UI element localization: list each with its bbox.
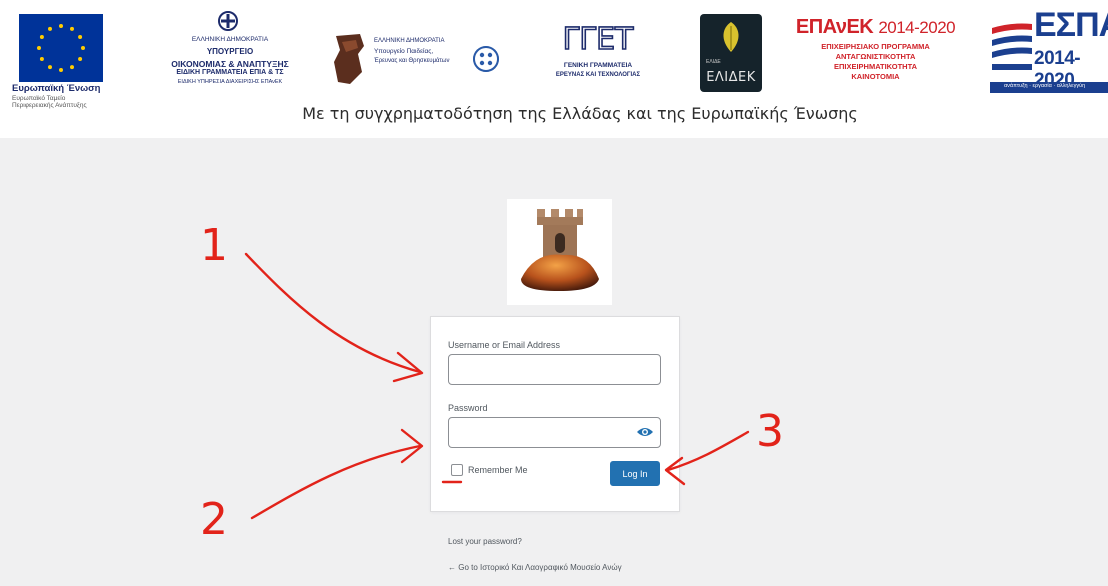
- eu-star-icon: [70, 26, 74, 31]
- tower-on-rock-icon: [521, 209, 599, 291]
- espa-title: ΕΣΠΑ: [1034, 12, 1108, 44]
- site-logo[interactable]: [507, 199, 612, 305]
- sponsor-banner: Ευρωπαϊκή Ένωση Ευρωπαϊκό Ταμείο Περιφερ…: [0, 0, 1108, 138]
- ministry-line1: ΕΛΛΗΝΙΚΗ ΔΗΜΟΚΡΑΤΙΑ: [191, 36, 269, 43]
- gsrt-line2: ΕΡΕΥΝΑΣ ΚΑΙ ΤΕΧΝΟΛΟΓΙΑΣ: [555, 72, 641, 78]
- username-label: Username or Email Address: [448, 340, 561, 350]
- eu-star-icon: [70, 65, 74, 70]
- epanek-logo: ΕΠΑνΕΚ 2014-2020 ΕΠΙΧΕΙΡΗΣΙΑΚΟ ΠΡΟΓΡΑΜΜΑ…: [788, 16, 963, 106]
- eu-star-icon: [78, 57, 83, 61]
- gsrt-wordmark: ΓΓΕΤ: [563, 22, 634, 54]
- annotation-number-1: 1: [200, 220, 228, 271]
- edu-line3: Έρευνας και Θρησκευμάτων: [374, 58, 450, 64]
- eu-star-icon: [59, 24, 63, 28]
- espa-logo: ΕΣΠΑ 2014-2020 ανάπτυξη · εργασία · αλλη…: [990, 12, 1108, 102]
- athena-icon: [334, 34, 364, 84]
- elidek-small: ΕΛΙΔΕ: [706, 59, 721, 65]
- remember-me-label[interactable]: Remember Me: [468, 465, 528, 475]
- greek-emblem-icon: [218, 11, 238, 31]
- username-input[interactable]: [448, 354, 661, 385]
- eu-star-icon: [37, 46, 41, 50]
- espa-swoosh-icon: [992, 23, 1032, 70]
- show-password-icon[interactable]: [636, 425, 654, 439]
- ministry-line3: ΟΙΚΟΝΟΜΙΑΣ & ΑΝΑΠΤΥΞΗΣ: [171, 59, 289, 69]
- eu-title: Ευρωπαϊκή Ένωση: [12, 83, 101, 94]
- edu-line1: ΕΛΛΗΝΙΚΗ ΔΗΜΟΚΡΑΤΙΑ: [374, 38, 445, 44]
- espa-strip-text: ανάπτυξη · εργασία · αλληλεγγύη: [1004, 83, 1086, 89]
- gset-wordmark-icon: ΓΓΕΤ: [562, 22, 635, 54]
- back-to-site-link[interactable]: ← Go to Ιστορικό Και Λαογραφικό Μουσείο …: [448, 560, 668, 576]
- gsrt-logo: ΓΓΕΤ ΓΕΝΙΚΗ ΓΡΑΜΜΑΤΕΙΑ ΕΡΕΥΝΑΣ ΚΑΙ ΤΕΧΝΟ…: [538, 22, 658, 92]
- elidek-logo: ΕΛΙΔΕ ΕΛΙΔΕΚ: [700, 14, 762, 92]
- ministry-line2: ΥΠΟΥΡΓΕΙΟ: [206, 47, 254, 56]
- annotation-arrow-3: [666, 430, 750, 472]
- leaf-icon: [723, 22, 739, 52]
- education-ministry-logo: ΕΛΛΗΝΙΚΗ ΔΗΜΟΚΡΑΤΙΑ Υπουργείο Παιδείας, …: [330, 30, 505, 90]
- elidek-name: ΕΛΙΔΕΚ: [706, 70, 756, 85]
- eu-star-icon: [48, 26, 52, 31]
- eu-flag-icon: [19, 14, 103, 82]
- epanek-line3: ΕΠΙΧΕΙΡΗΜΑΤΙΚΟΤΗΤΑ: [833, 62, 918, 71]
- gsrt-line1: ΓΕΝΙΚΗ ΓΡΑΜΜΑΤΕΙΑ: [563, 62, 633, 69]
- eu-star-icon: [59, 68, 63, 72]
- eu-star-icon: [81, 46, 85, 50]
- ministry-line4: ΕΙΔΙΚΗ ΓΡΑΜΜΑΤΕΙΑ ΕΠΙΑ & ΤΣ: [176, 69, 284, 76]
- ministry-line5: ΕΙΔΙΚΗ ΥΠΗΡΕΣΙΑ ΔΙΑΧΕΙΡΙΣΗΣ ΕΠΑνΕΚ: [177, 79, 283, 85]
- lost-password-link[interactable]: Lost your password?: [448, 537, 522, 546]
- annotation-arrow-1: [244, 252, 422, 374]
- remember-me-checkbox[interactable]: [451, 464, 463, 476]
- epanek-line4: ΚΑΙΝΟΤΟΜΙΑ: [851, 72, 900, 81]
- epanek-title: ΕΠΑνΕΚ: [795, 16, 874, 38]
- eu-star-icon: [39, 35, 44, 39]
- annotation-number-3: 3: [756, 406, 784, 457]
- epanek-line1: ΕΠΙΧΕΙΡΗΣΙΑΚΟ ΠΡΟΓΡΑΜΜΑ: [821, 42, 930, 51]
- eu-star-icon: [48, 65, 52, 70]
- epanek-years: 2014-2020: [878, 18, 956, 37]
- login-button[interactable]: Log In: [610, 461, 660, 486]
- annotation-number-2: 2: [200, 494, 228, 545]
- eu-star-icon: [39, 57, 44, 61]
- edu-line2: Υπουργείο Παιδείας,: [374, 48, 434, 55]
- cross-emblem-icon: [473, 46, 499, 72]
- password-input[interactable]: [448, 417, 661, 448]
- eu-star-icon: [78, 35, 83, 39]
- cofunding-text: Με τη συγχρηματοδότηση της Ελλάδας και τ…: [302, 104, 858, 123]
- password-label: Password: [448, 403, 488, 413]
- annotation-arrow-2: [250, 444, 422, 520]
- epanek-line2: ΑΝΤΑΓΩΝΙΣΤΙΚΟΤΗΤΑ: [835, 52, 916, 61]
